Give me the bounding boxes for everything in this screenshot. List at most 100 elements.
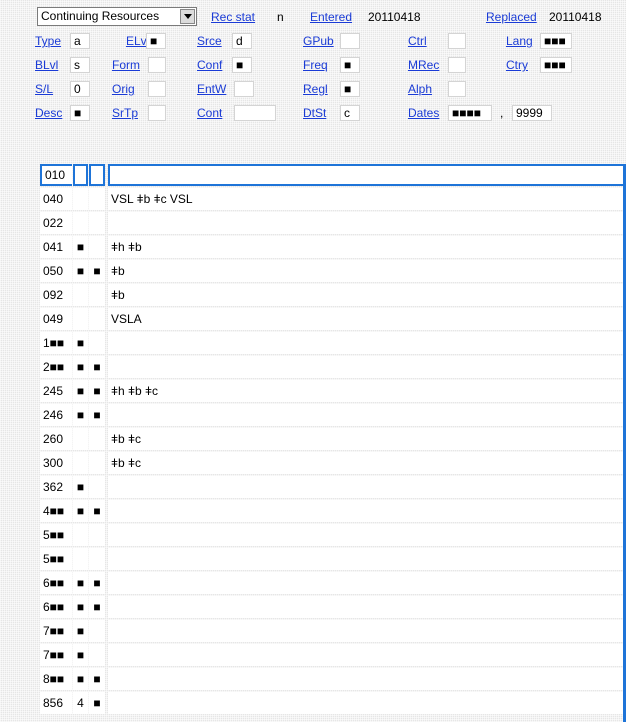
marc-indicator2-cell[interactable] — [89, 428, 105, 450]
regl-field[interactable]: ■ — [340, 81, 360, 97]
marc-field-row[interactable]: 6■■ ■ ■ — [40, 595, 626, 619]
marc-subfield-text-cell[interactable]: ǂh ǂb ǂc — [108, 380, 626, 402]
marc-indicator2-cell[interactable] — [89, 476, 105, 498]
marc-indicator2-cell[interactable] — [89, 332, 105, 354]
orig-field[interactable] — [148, 81, 166, 97]
marc-subfield-text-cell[interactable]: VSLA — [108, 308, 626, 330]
marc-field-row[interactable]: 6■■ ■ ■ — [40, 571, 626, 595]
srce-link[interactable]: Srce — [197, 34, 222, 48]
lang-field[interactable]: ■■■ — [540, 33, 572, 49]
marc-indicator2-cell[interactable] — [89, 284, 105, 306]
srtp-link[interactable]: SrTp — [112, 106, 138, 120]
marc-subfield-text-cell[interactable]: ǂb — [108, 260, 626, 282]
marc-indicator1-cell[interactable]: ■ — [73, 260, 88, 282]
marc-field-row[interactable]: 7■■ ■ — [40, 643, 626, 667]
marc-field-row[interactable]: 260 ǂb ǂc — [40, 427, 626, 451]
marc-field-row[interactable]: 022 — [40, 211, 626, 235]
marc-indicator2-cell[interactable] — [89, 236, 105, 258]
marc-indicator1-cell[interactable] — [73, 164, 88, 186]
marc-tag-cell[interactable]: 092 — [40, 284, 72, 306]
marc-subfield-text-cell[interactable] — [108, 620, 626, 642]
marc-indicator1-cell[interactable] — [73, 284, 88, 306]
marc-tag-cell[interactable]: 6■■ — [40, 596, 72, 618]
marc-field-row[interactable]: 8■■ ■ ■ — [40, 667, 626, 691]
marc-indicator1-cell[interactable] — [73, 308, 88, 330]
marc-indicator2-cell[interactable]: ■ — [89, 500, 105, 522]
marc-subfield-text-cell[interactable] — [108, 212, 626, 234]
marc-tag-cell[interactable]: 260 — [40, 428, 72, 450]
marc-indicator2-cell[interactable] — [89, 308, 105, 330]
marc-tag-cell[interactable]: 050 — [40, 260, 72, 282]
marc-indicator1-cell[interactable] — [73, 524, 88, 546]
marc-field-row[interactable]: 5■■ — [40, 523, 626, 547]
marc-tag-cell[interactable]: 010 — [40, 164, 72, 186]
marc-indicator1-cell[interactable]: ■ — [73, 572, 88, 594]
marc-subfield-text-cell[interactable]: VSL ǂb ǂc VSL — [108, 188, 626, 210]
marc-indicator1-cell[interactable]: 4 — [73, 692, 88, 714]
marc-subfield-text-cell[interactable] — [108, 404, 626, 426]
marc-indicator2-cell[interactable]: ■ — [89, 260, 105, 282]
marc-tag-cell[interactable]: 6■■ — [40, 572, 72, 594]
marc-indicator1-cell[interactable] — [73, 452, 88, 474]
regl-link[interactable]: Regl — [303, 82, 328, 96]
elvl-field[interactable]: ■ — [146, 33, 166, 49]
alph-link[interactable]: Alph — [408, 82, 432, 96]
marc-indicator2-cell[interactable] — [89, 524, 105, 546]
type-field[interactable]: a — [70, 33, 90, 49]
entw-field[interactable] — [234, 81, 254, 97]
marc-field-row[interactable]: 362 ■ — [40, 475, 626, 499]
replaced-link[interactable]: Replaced — [486, 10, 537, 24]
marc-field-row[interactable]: 041 ■ ǂh ǂb — [40, 235, 626, 259]
marc-indicator2-cell[interactable] — [89, 164, 105, 186]
gpub-field[interactable] — [340, 33, 360, 49]
marc-indicator2-cell[interactable]: ■ — [89, 596, 105, 618]
ctrl-field[interactable] — [448, 33, 466, 49]
marc-subfield-text-cell[interactable] — [108, 500, 626, 522]
blvl-field[interactable]: s — [70, 57, 90, 73]
marc-tag-cell[interactable]: 4■■ — [40, 500, 72, 522]
marc-tag-cell[interactable]: 2■■ — [40, 356, 72, 378]
desc-field[interactable]: ■ — [70, 105, 90, 121]
marc-tag-cell[interactable]: 041 — [40, 236, 72, 258]
mrec-field[interactable] — [448, 57, 466, 73]
marc-indicator1-cell[interactable] — [73, 188, 88, 210]
marc-tag-cell[interactable]: 049 — [40, 308, 72, 330]
marc-indicator2-cell[interactable] — [89, 620, 105, 642]
marc-subfield-text-cell[interactable]: ǂb ǂc — [108, 428, 626, 450]
marc-indicator1-cell[interactable]: ■ — [73, 380, 88, 402]
orig-link[interactable]: Orig — [112, 82, 135, 96]
marc-subfield-text-cell[interactable] — [108, 332, 626, 354]
srce-field[interactable]: d — [232, 33, 252, 49]
ctry-link[interactable]: Ctry — [506, 58, 528, 72]
marc-indicator1-cell[interactable]: ■ — [73, 404, 88, 426]
marc-indicator2-cell[interactable]: ■ — [89, 404, 105, 426]
dtst-link[interactable]: DtSt — [303, 106, 326, 120]
marc-subfield-text-cell[interactable] — [108, 668, 626, 690]
marc-indicator1-cell[interactable]: ■ — [73, 500, 88, 522]
marc-indicator1-cell[interactable] — [73, 548, 88, 570]
marc-field-row[interactable]: 010 — [40, 163, 626, 187]
marc-subfield-text-cell[interactable] — [108, 356, 626, 378]
marc-indicator1-cell[interactable]: ■ — [73, 332, 88, 354]
blvl-link[interactable]: BLvl — [35, 58, 58, 72]
lang-link[interactable]: Lang — [506, 34, 533, 48]
freq-field[interactable]: ■ — [340, 57, 360, 73]
marc-indicator2-cell[interactable]: ■ — [89, 668, 105, 690]
chevron-down-icon[interactable] — [180, 9, 195, 24]
marc-tag-cell[interactable]: 040 — [40, 188, 72, 210]
marc-indicator1-cell[interactable]: ■ — [73, 356, 88, 378]
freq-link[interactable]: Freq — [303, 58, 328, 72]
srtp-field[interactable] — [148, 105, 166, 121]
dates-link[interactable]: Dates — [408, 106, 439, 120]
marc-subfield-text-cell[interactable] — [108, 596, 626, 618]
marc-indicator2-cell[interactable] — [89, 452, 105, 474]
marc-subfield-text-cell[interactable]: ǂh ǂb — [108, 236, 626, 258]
marc-subfield-text-cell[interactable]: ǂb ǂc — [108, 452, 626, 474]
marc-field-row[interactable]: 246 ■ ■ — [40, 403, 626, 427]
marc-tag-cell[interactable]: 5■■ — [40, 548, 72, 570]
marc-tag-cell[interactable]: 1■■ — [40, 332, 72, 354]
marc-tag-cell[interactable]: 022 — [40, 212, 72, 234]
marc-field-row[interactable]: 050 ■ ■ ǂb — [40, 259, 626, 283]
marc-indicator2-cell[interactable] — [89, 188, 105, 210]
marc-indicator2-cell[interactable]: ■ — [89, 692, 105, 714]
